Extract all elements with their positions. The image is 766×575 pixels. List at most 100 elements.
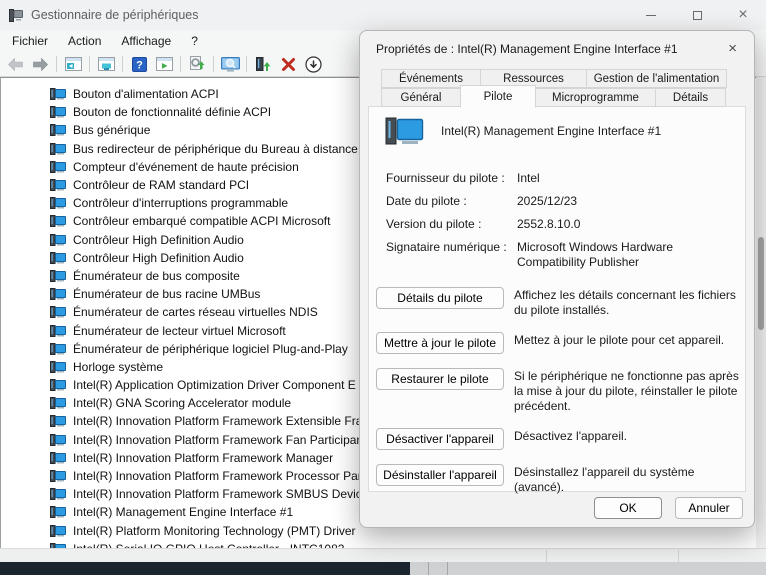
computer-device-icon — [50, 434, 66, 446]
field-row: Signataire numérique : Microsoft Windows… — [386, 240, 745, 270]
action-row: Désactiver l'appareil Désactivez l'appar… — [376, 428, 745, 450]
scrollbar-thumb[interactable] — [758, 237, 764, 330]
device-label: Contrôleur de RAM standard PCI — [73, 178, 249, 192]
computer-device-icon — [50, 379, 66, 391]
computer-device-icon — [50, 215, 66, 227]
toolbar-separator — [89, 56, 90, 72]
tab-row-2: Général Pilote Microprogramme Détails — [381, 88, 754, 107]
driver-action-button[interactable]: Désinstaller l'appareil — [376, 464, 504, 486]
computer-device-icon — [50, 179, 66, 191]
driver-action-button[interactable]: Détails du pilote — [376, 287, 504, 309]
field-row: Date du pilote : 2025/12/23 — [386, 194, 745, 209]
dialog-close-icon[interactable]: × — [725, 42, 740, 56]
scan-hardware-changes-icon[interactable] — [219, 54, 241, 74]
computer-device-icon — [50, 325, 66, 337]
device-label: Intel(R) Innovation Platform Framework M… — [73, 451, 333, 465]
computer-device-icon — [50, 361, 66, 373]
field-value: 2552.8.10.0 — [517, 217, 745, 232]
ok-button[interactable]: OK — [594, 497, 662, 519]
driver-action-button[interactable]: Mettre à jour le pilote — [376, 332, 504, 354]
uninstall-device-icon[interactable] — [277, 54, 299, 74]
computer-device-icon — [50, 397, 66, 409]
list-scrollbar[interactable] — [756, 77, 766, 548]
computer-device-icon-large — [385, 116, 425, 146]
field-row: Version du pilote : 2552.8.10.0 — [386, 217, 745, 232]
device-label: Contrôleur High Definition Audio — [73, 251, 244, 265]
computer-device-icon — [50, 470, 66, 482]
properties-icon[interactable] — [95, 54, 117, 74]
field-label: Date du pilote : — [386, 194, 517, 209]
computer-device-icon — [50, 234, 66, 246]
menu-item[interactable]: ? — [181, 30, 208, 52]
action-pane-icon[interactable] — [153, 54, 175, 74]
back-icon[interactable] — [4, 54, 26, 74]
computer-device-icon — [50, 288, 66, 300]
tab-details[interactable]: Détails — [655, 88, 726, 107]
device-label: Énumérateur de bus composite — [73, 269, 240, 283]
computer-device-icon — [50, 506, 66, 518]
computer-device-icon — [50, 452, 66, 464]
driver-action-description: Affichez les détails concernant les fich… — [514, 288, 745, 318]
field-label: Signataire numérique : — [386, 240, 517, 270]
device-label: Intel(R) Innovation Platform Framework E… — [73, 414, 362, 428]
device-label: Intel(R) Innovation Platform Framework P… — [73, 469, 365, 483]
device-name: Intel(R) Management Engine Interface #1 — [441, 124, 661, 138]
close-button[interactable]: × — [720, 0, 766, 30]
help-icon[interactable]: ? — [128, 54, 150, 74]
device-label: Bouton de fonctionnalité définie ACPI — [73, 105, 271, 119]
window-controls: × — [628, 0, 766, 30]
cancel-button[interactable]: Annuler — [675, 497, 743, 519]
update-driver-icon[interactable] — [252, 54, 274, 74]
forward-icon[interactable] — [29, 54, 51, 74]
minimize-button[interactable] — [628, 0, 674, 30]
driver-action-description: Désactivez l'appareil. — [514, 429, 745, 444]
computer-device-icon — [50, 415, 66, 427]
bottom-strip — [0, 562, 766, 575]
driver-action-description: Désinstallez l'appareil du système (avan… — [514, 465, 745, 495]
computer-device-icon — [50, 488, 66, 500]
field-value: Intel — [517, 171, 745, 186]
show-console-tree-icon[interactable] — [62, 54, 84, 74]
toolbar-separator — [246, 56, 247, 72]
menu-item[interactable]: Fichier — [2, 30, 58, 52]
device-label: Énumérateur de lecteur virtuel Microsoft — [73, 324, 286, 338]
toolbar-separator — [122, 56, 123, 72]
device-label: Intel(R) Innovation Platform Framework S… — [73, 487, 368, 501]
device-label: Contrôleur embarqué compatible ACPI Micr… — [73, 214, 330, 228]
driver-action-description: Si le périphérique ne fonctionne pas apr… — [514, 369, 745, 414]
tab-microprogramme[interactable]: Microprogramme — [535, 88, 656, 107]
device-label: Énumérateur de cartes réseau virtuelles … — [73, 305, 318, 319]
computer-device-icon — [50, 252, 66, 264]
svg-text:?: ? — [136, 59, 143, 71]
maximize-button[interactable] — [674, 0, 720, 30]
toolbar-separator — [56, 56, 57, 72]
field-value: 2025/12/23 — [517, 194, 745, 209]
device-label: Énumérateur de périphérique logiciel Plu… — [73, 342, 348, 356]
device-label: Énumérateur de bus racine UMBus — [73, 287, 260, 301]
toolbar-separator — [180, 56, 181, 72]
close-icon: × — [738, 7, 747, 23]
computer-device-icon — [50, 197, 66, 209]
device-label: Bouton d'alimentation ACPI — [73, 87, 219, 101]
computer-device-icon — [50, 525, 66, 537]
action-row: Désinstaller l'appareil Désinstallez l'a… — [376, 464, 745, 495]
menu-item[interactable]: Affichage — [111, 30, 181, 52]
bottom-separator — [447, 562, 448, 575]
computer-device-icon — [50, 161, 66, 173]
tab-gestion-alimentation[interactable]: Gestion de l'alimentation — [586, 69, 727, 88]
driver-action-button[interactable]: Restaurer le pilote — [376, 368, 504, 390]
device-header: Intel(R) Management Engine Interface #1 — [369, 107, 745, 146]
menu-item[interactable]: Action — [58, 30, 111, 52]
minimize-icon — [646, 15, 656, 16]
tab-general[interactable]: Général — [381, 88, 461, 107]
titlebar: Gestionnaire de périphériques × — [0, 0, 766, 30]
update-driver-software-icon[interactable] — [186, 54, 208, 74]
field-label: Version du pilote : — [386, 217, 517, 232]
device-manager-app-icon — [9, 9, 23, 22]
driver-action-button[interactable]: Désactiver l'appareil — [376, 428, 504, 450]
device-label: Contrôleur d'interruptions programmable — [73, 196, 288, 210]
device-label: Intel(R) Innovation Platform Framework F… — [73, 433, 363, 447]
device-row[interactable]: Intel(R) Serial IO GPIO Host Controller … — [1, 540, 766, 548]
disable-device-icon[interactable] — [302, 54, 324, 74]
tab-pilote[interactable]: Pilote — [460, 85, 536, 108]
